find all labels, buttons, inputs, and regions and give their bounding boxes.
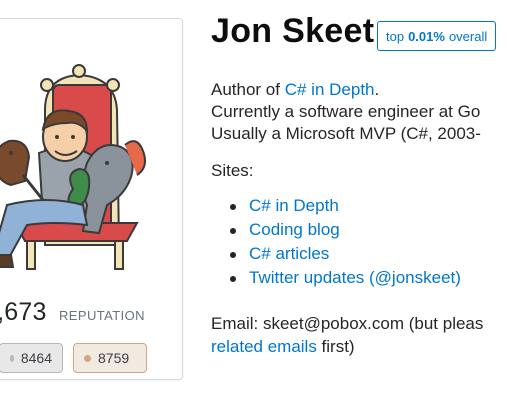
list-item: C# articles — [211, 242, 461, 266]
email-text: Email: skeet@pobox.com (but pleas — [211, 314, 484, 333]
reputation: 9,673 REPUTATION — [0, 298, 145, 327]
silver-badge-count: 8464 — [20, 350, 52, 366]
silver-badge[interactable]: 8464 — [0, 343, 63, 373]
email-line-2: related emails first) — [211, 335, 483, 358]
reputation-label: REPUTATION — [59, 308, 145, 323]
bio-line-3: Usually a Microsoft MVP (C#, 2003- — [211, 124, 481, 143]
bio-line-1-prefix: Author of — [211, 80, 285, 99]
avatar-illustration — [0, 64, 146, 270]
site-link-csharp-in-depth[interactable]: C# in Depth — [249, 196, 339, 215]
bronze-badge-count: 8759 — [98, 350, 130, 366]
user-name: Jon Skeet — [211, 12, 375, 50]
email-section: Email: skeet@pobox.com (but pleas relate… — [211, 312, 483, 358]
site-link-twitter[interactable]: Twitter updates (@jonskeet) — [249, 268, 461, 287]
bio-line-1: Author of C# in Depth. — [211, 79, 481, 101]
related-emails-link[interactable]: related emails — [211, 337, 317, 356]
rank-suffix: overall — [448, 28, 488, 44]
bullet-icon — [230, 276, 236, 282]
csharp-in-depth-link[interactable]: C# in Depth — [285, 80, 375, 99]
sites-label: Sites: — [211, 161, 254, 180]
bio-line-2: Currently a software engineer at Go — [211, 102, 481, 121]
profile-card: 9,673 REPUTATION 8464 8759 — [0, 18, 183, 380]
bio-line-1-suffix: . — [374, 80, 380, 99]
sites-list: C# in Depth Coding blog C# articles Twit… — [211, 194, 461, 290]
bullet-icon — [230, 228, 236, 234]
email-suffix: first) — [316, 337, 355, 356]
bullet-icon — [230, 252, 236, 258]
bronze-badge[interactable]: 8759 — [73, 343, 147, 373]
bio: Author of C# in Depth. Currently a softw… — [211, 79, 481, 145]
rank-prefix: top — [386, 28, 405, 44]
rank-value: 0.01% — [408, 28, 445, 44]
list-item: C# in Depth — [211, 194, 461, 218]
profile-page: 9,673 REPUTATION 8464 8759 Jon Skeet top… — [0, 0, 510, 400]
site-link-coding-blog[interactable]: Coding blog — [249, 220, 340, 239]
silver-badge-icon — [10, 354, 14, 362]
reputation-value: 9,673 — [0, 298, 47, 326]
bullet-icon — [230, 204, 236, 210]
rank-badge[interactable]: top 0.01% overall — [377, 21, 497, 51]
list-item: Twitter updates (@jonskeet) — [211, 266, 461, 290]
site-link-csharp-articles[interactable]: C# articles — [249, 244, 329, 263]
list-item: Coding blog — [211, 218, 461, 242]
bronze-badge-icon — [84, 354, 91, 362]
avatar[interactable] — [0, 55, 152, 270]
